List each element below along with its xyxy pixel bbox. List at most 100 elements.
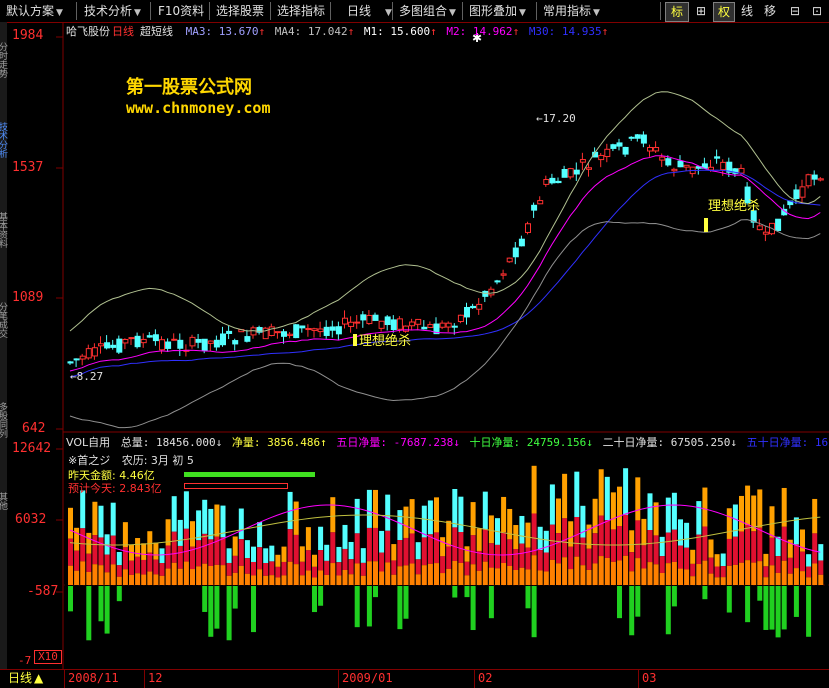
vol-multiplier-badge[interactable]: X10 [34, 650, 62, 664]
vol-bar-base [525, 569, 531, 585]
vol-bar-base [531, 555, 537, 585]
vol-bar-mid [598, 515, 604, 557]
candle-body [439, 322, 446, 328]
stock-name: 哈飞股份 [66, 25, 110, 38]
vol-bar-negative [98, 586, 104, 622]
vol-bar-top [251, 546, 256, 562]
candle-body [561, 169, 568, 178]
vol-bar-mid [525, 547, 531, 570]
vol-bar-base [214, 564, 220, 585]
candle-body [567, 168, 574, 178]
vol-bar-base [318, 570, 324, 585]
vol-bar-base [232, 572, 238, 585]
vol-bar-top [122, 522, 128, 548]
vol-bar-base [208, 565, 214, 585]
vol-indicator-name: VOL自用 [66, 436, 111, 449]
vol-bar-negative [470, 586, 476, 631]
vol-bar-top [403, 506, 409, 538]
vol-bar-base [726, 565, 732, 585]
vol-bar-top [452, 488, 458, 528]
vol-bar-base [129, 574, 134, 585]
vol-bar-top [659, 536, 665, 557]
candle-body [122, 338, 129, 344]
vol-bar-mid [610, 529, 616, 562]
vol-bar-negative [806, 586, 812, 637]
vol-bar-top [757, 489, 763, 528]
vol-bar-base [196, 566, 202, 585]
candle-body [457, 314, 464, 323]
vol-bar-mid [159, 563, 165, 576]
vol-bar-mid [171, 531, 177, 563]
vol-bar-top [141, 543, 147, 560]
vol-net20: 二十日净量: 67505.250↓ [602, 436, 738, 449]
vol-bar-top [275, 554, 281, 567]
vol-bar-base [653, 564, 659, 585]
vol-bar-top [366, 489, 372, 528]
vol-bar-base [501, 562, 507, 585]
vol-bar-base [238, 565, 244, 585]
vol-bar-mid [793, 544, 799, 569]
vol-bar-base [604, 557, 610, 585]
vol-bar-mid [452, 527, 458, 561]
vol-bar-mid [104, 554, 110, 573]
vol-bar-mid [519, 543, 525, 568]
vol-bar-base [678, 568, 683, 585]
vol-bar-mid [574, 516, 580, 557]
candle-body [488, 288, 495, 296]
forecast-amount: 预计今天: 2.843亿 [68, 482, 162, 495]
vol-bar-base [116, 576, 122, 585]
candle-body [146, 335, 153, 338]
candle-body [427, 324, 434, 328]
candle-body [67, 361, 74, 364]
vol-bar-top [556, 498, 561, 534]
vol-bar-mid [348, 559, 354, 575]
vol-bar-base [708, 573, 714, 585]
candle-body [293, 324, 300, 339]
time-tick: 12 [148, 671, 163, 685]
candle-body [213, 339, 220, 348]
candle-body [683, 164, 690, 168]
vol-bar-mid [629, 552, 635, 572]
vol-bar-base [568, 569, 574, 585]
candle-body [799, 186, 806, 198]
candle-body [555, 180, 562, 184]
vol-bar-mid [537, 550, 543, 571]
vol-bar-base [244, 573, 250, 585]
candle-body [329, 326, 336, 331]
candle-body [335, 326, 342, 335]
vol-bar-base [421, 565, 427, 585]
low-price-marker: ←8.27 [70, 370, 104, 383]
candle-body [543, 179, 550, 185]
chart-canvas[interactable]: ✱ [0, 0, 829, 687]
vol-bar-mid [153, 559, 159, 575]
vol-bar-top [635, 477, 641, 521]
candle-body [671, 168, 678, 172]
vol-net10: 十日净量: 24759.156↓ [469, 436, 593, 449]
vol-bar-negative [617, 586, 622, 619]
vol-bar-base [763, 577, 769, 585]
vol-bar-base [68, 565, 73, 585]
vol-bar-negative [226, 586, 232, 641]
vol-bar-base [793, 568, 799, 585]
vol-bar-top [159, 548, 165, 564]
vol-bar-base [519, 567, 525, 585]
vol-bar-top [110, 502, 116, 536]
vol-bar-mid [732, 536, 738, 565]
vol-bar-top [98, 505, 104, 538]
vol-bar-top [379, 530, 385, 553]
signal-marker-1 [353, 334, 357, 346]
vol-bar-base [458, 562, 464, 585]
candle-body [805, 174, 812, 187]
vol-bar-base [598, 556, 604, 585]
vol-bar-mid [665, 532, 671, 564]
vol-bar-base [671, 561, 677, 585]
vol-tick-top: 12642 [12, 441, 52, 456]
vol-bar-base [635, 558, 641, 585]
vol-bar-base [220, 565, 226, 585]
signal-label-2: 理想绝杀 [708, 199, 761, 214]
triangle-up-icon: ▲ [34, 671, 44, 685]
candle-body [372, 314, 379, 321]
vol-bar-base [751, 562, 757, 585]
vol-bar-base [153, 574, 159, 585]
period-status[interactable]: 日线 ▲ [8, 670, 43, 687]
